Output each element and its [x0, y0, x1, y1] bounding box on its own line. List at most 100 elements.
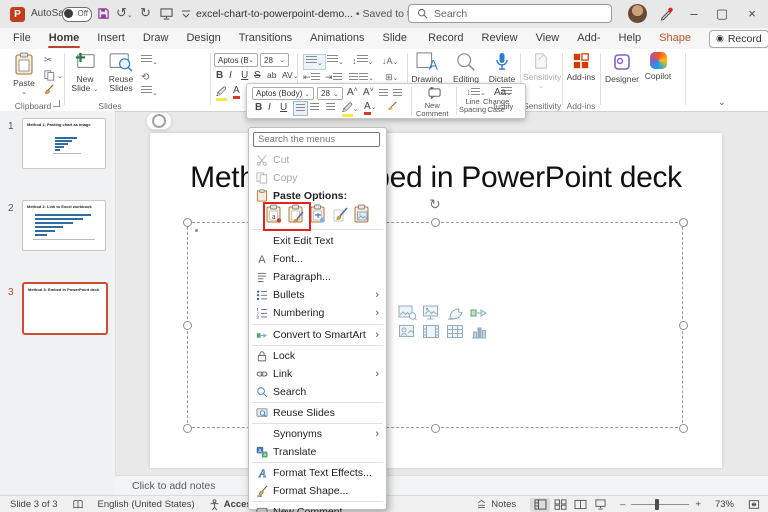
numbering-button[interactable]: ⌄: [327, 55, 344, 67]
tab-help[interactable]: Help: [610, 28, 651, 49]
resize-handle-middle-left[interactable]: [183, 321, 192, 330]
text-shadow-button[interactable]: ab: [267, 70, 276, 80]
line-spacing-button[interactable]: ↕⌄: [352, 55, 373, 67]
tab-transitions[interactable]: Transitions: [230, 28, 301, 49]
menu-item-search[interactable]: Search: [249, 383, 386, 400]
tab-draw[interactable]: Draw: [134, 28, 178, 49]
menu-item-format-text-effects[interactable]: A Format Text Effects...: [249, 464, 386, 481]
language-indicator[interactable]: English (United States): [98, 499, 195, 510]
menu-item-link[interactable]: Link ›: [249, 365, 386, 382]
resize-handle-bottom-center[interactable]: [431, 424, 440, 433]
tab-design[interactable]: Design: [177, 28, 229, 49]
decrease-font-size-button[interactable]: A˅: [363, 87, 374, 98]
align-left-button[interactable]: [293, 101, 308, 116]
reset-slide-button[interactable]: ⟲: [141, 71, 149, 83]
underline-button[interactable]: U: [241, 70, 248, 81]
paste-merge-formatting-icon[interactable]: [332, 204, 349, 224]
italic-button[interactable]: I: [229, 70, 232, 81]
maximize-button[interactable]: ▢: [713, 6, 731, 22]
decrease-indent-button[interactable]: ⇤: [303, 71, 320, 83]
collapse-ribbon-icon[interactable]: ⌄: [718, 97, 726, 108]
mini-highlight-button[interactable]: 🖉⌄: [342, 101, 359, 118]
mini-italic-button[interactable]: I: [268, 102, 271, 113]
menu-item-translate[interactable]: Aa Translate: [249, 443, 386, 460]
tab-add-ins[interactable]: Add-ins: [568, 28, 609, 49]
notes-pane[interactable]: Click to add notes: [115, 475, 768, 495]
rotation-handle[interactable]: ↻: [429, 196, 441, 213]
mini-format-painter-button[interactable]: [387, 101, 398, 115]
slide-3-thumbnail[interactable]: Method 3: Embed in PowerPoint deck: [22, 282, 108, 335]
insert-icons-icon[interactable]: [446, 305, 465, 321]
menu-item-format-shape[interactable]: Format Shape...: [249, 482, 386, 499]
save-icon[interactable]: [97, 7, 110, 20]
copilot-button[interactable]: Copilot: [641, 52, 675, 81]
menu-item-bullets[interactable]: Bullets ›: [249, 286, 386, 303]
normal-view-button[interactable]: [530, 498, 550, 512]
mini-font-size-select[interactable]: 28⌄: [317, 87, 343, 100]
fit-slide-to-window-button[interactable]: [748, 499, 760, 510]
menu-item-exit-edit-text[interactable]: Exit Edit Text: [249, 232, 386, 249]
slide-copilot-button[interactable]: [146, 112, 172, 130]
powerpoint-logo-icon[interactable]: P: [10, 7, 25, 22]
mini-new-comment-button[interactable]: NewComment: [416, 87, 454, 102]
cut-button[interactable]: ✂: [44, 55, 52, 66]
designer-button[interactable]: Designer: [604, 52, 640, 84]
copy-button[interactable]: [44, 70, 55, 81]
clipboard-dialog-launcher[interactable]: [53, 100, 60, 107]
zoom-slider[interactable]: [631, 504, 689, 505]
search-input[interactable]: Search: [408, 4, 612, 23]
align-right-button[interactable]: [326, 102, 335, 113]
menu-item-convert-to-smartart[interactable]: Convert to SmartArt ›: [249, 326, 386, 343]
tab-review[interactable]: Review: [473, 28, 527, 49]
mini-font-color-button[interactable]: A⌄: [364, 101, 377, 112]
slide-layout-button[interactable]: ⌄: [141, 55, 158, 67]
mini-underline-button[interactable]: U: [280, 102, 287, 113]
insert-table-icon[interactable]: [446, 324, 465, 340]
increase-indent-button[interactable]: ⇥: [325, 71, 342, 83]
tab-view[interactable]: View: [527, 28, 569, 49]
insert-video-icon[interactable]: [422, 324, 441, 340]
columns-button[interactable]: ⌄: [349, 71, 374, 83]
resize-handle-bottom-left[interactable]: [183, 424, 192, 433]
bold-button[interactable]: B: [216, 70, 223, 81]
spellcheck-icon[interactable]: [72, 499, 84, 510]
start-slideshow-icon[interactable]: [160, 8, 173, 20]
resize-handle-bottom-right[interactable]: [679, 424, 688, 433]
slide-1-thumbnail[interactable]: Method 1: Pasting chart as image: [22, 118, 106, 169]
addins-button[interactable]: Add-ins: [565, 52, 597, 82]
mini-bold-button[interactable]: B: [255, 102, 262, 113]
resize-handle-top-left[interactable]: [183, 218, 192, 227]
insert-picture-from-file-icon[interactable]: [398, 324, 417, 340]
tab-slide-show[interactable]: Slide Show: [374, 28, 420, 49]
record-button[interactable]: ◉Record: [709, 30, 768, 48]
zoom-in-button[interactable]: +: [695, 499, 701, 510]
zoom-level[interactable]: 73%: [715, 499, 734, 510]
reuse-slides-button[interactable]: ReuseSlides: [104, 52, 138, 93]
insert-stock-images-icon[interactable]: [398, 305, 417, 321]
align-center-button[interactable]: [310, 102, 319, 113]
format-painter-button[interactable]: [44, 84, 55, 95]
tab-animations[interactable]: Animations: [301, 28, 373, 49]
resize-handle-top-right[interactable]: [679, 218, 688, 227]
increase-font-size-button[interactable]: A˄: [347, 87, 358, 98]
font-name-select[interactable]: Aptos (Body)⌄: [214, 53, 258, 67]
dictate-button[interactable]: Dictate: [486, 52, 518, 84]
slide-title[interactable]: Method 3: Embed in PowerPoint deck: [150, 161, 722, 195]
menu-item-lock[interactable]: Lock: [249, 347, 386, 364]
strikethrough-button[interactable]: S: [254, 70, 261, 81]
insert-chart-icon[interactable]: [470, 324, 489, 340]
highlight-color-button[interactable]: 🖉: [216, 85, 227, 102]
customize-quick-access-icon[interactable]: [181, 10, 191, 19]
tab-file[interactable]: File: [4, 28, 40, 49]
menu-item-synonyms[interactable]: Synonyms ›: [249, 425, 386, 442]
slide-indicator[interactable]: Slide 3 of 3: [10, 499, 58, 510]
menu-item-reuse-slides[interactable]: Reuse Slides: [249, 404, 386, 421]
minimize-button[interactable]: –: [685, 6, 703, 21]
font-size-select[interactable]: 28⌄: [260, 53, 289, 67]
align-text-button[interactable]: ⊞⌄: [385, 71, 398, 83]
undo-icon[interactable]: ↺⌄: [116, 5, 133, 21]
menu-item-paragraph[interactable]: Paragraph...: [249, 268, 386, 285]
paste-button[interactable]: Paste⌄: [8, 52, 40, 96]
slide-2-thumbnail[interactable]: Method 2: Link to Excel workbook: [22, 200, 106, 251]
mini-change-case-button[interactable]: Aa⌄ ChangeCase: [483, 87, 523, 98]
